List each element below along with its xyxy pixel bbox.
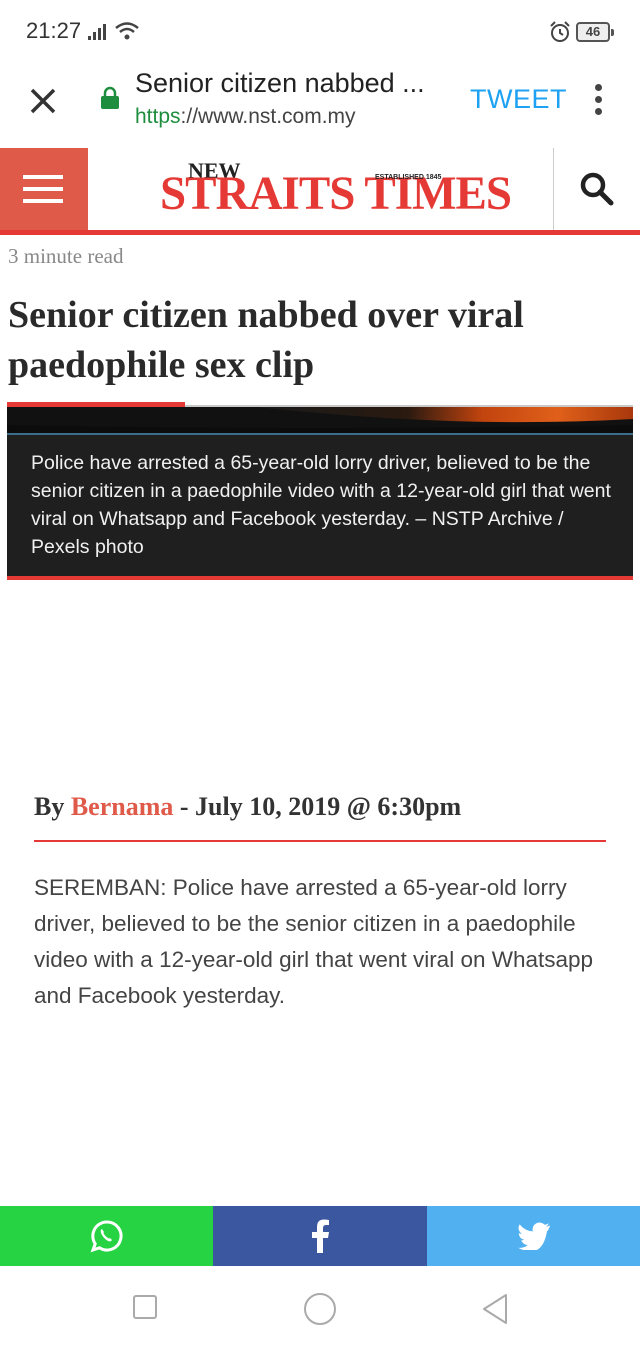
- header-divider: [553, 148, 554, 230]
- author-link[interactable]: Bernama: [71, 792, 174, 821]
- site-header: NEW STRAITS TIMES ESTABLISHED 1845: [0, 148, 640, 235]
- close-icon[interactable]: [22, 80, 64, 122]
- photo-caption-box: Police have arrested a 65-year-old lorry…: [7, 435, 633, 580]
- article-headline: Senior citizen nabbed over viral paedoph…: [8, 294, 524, 386]
- photo-caption: Police have arrested a 65-year-old lorry…: [31, 452, 611, 558]
- signal-icon: [88, 24, 106, 40]
- logo-established-text: ESTABLISHED 1845: [375, 174, 442, 181]
- alarm-icon: [550, 21, 570, 42]
- search-icon[interactable]: [578, 170, 616, 208]
- twitter-share-button[interactable]: [427, 1206, 640, 1266]
- url-display[interactable]: https://www.nst.com.my: [135, 105, 356, 129]
- facebook-share-button[interactable]: [213, 1206, 427, 1266]
- article-body-paragraph: SEREMBAN: Police have arrested a 65-year…: [34, 875, 594, 1008]
- lock-icon: [101, 86, 119, 109]
- article-photo[interactable]: [7, 407, 633, 435]
- whatsapp-share-button[interactable]: [0, 1206, 213, 1266]
- more-vertical-icon[interactable]: [588, 80, 608, 122]
- url-scheme: https: [135, 105, 181, 128]
- twitter-icon: [517, 1222, 550, 1250]
- sunset-photo-graphic: [7, 407, 633, 435]
- status-bar: 21:27 46: [0, 0, 640, 62]
- publish-date: - July 10, 2019 @ 6:30pm: [179, 792, 462, 821]
- byline-divider: [34, 840, 606, 842]
- status-time: 21:27: [26, 18, 82, 43]
- tweet-button[interactable]: TWEET: [470, 84, 567, 115]
- url-host: ://www.nst.com.my: [180, 105, 356, 128]
- read-time: 3 minute read: [8, 244, 124, 268]
- wifi-icon: [115, 22, 139, 40]
- site-logo[interactable]: NEW STRAITS TIMES ESTABLISHED 1845: [150, 154, 512, 224]
- back-icon[interactable]: [480, 1292, 510, 1326]
- logo-main-text: STRAITS TIMES: [160, 167, 512, 220]
- share-bar: [0, 1206, 640, 1266]
- article-byline: By Bernama - July 10, 2019 @ 6:30pm: [34, 792, 461, 822]
- page-title: Senior citizen nabbed ...: [135, 68, 425, 98]
- system-nav-bar: [0, 1266, 640, 1351]
- menu-icon[interactable]: [0, 148, 88, 230]
- custom-tab-bar: Senior citizen nabbed ... https://www.ns…: [0, 62, 640, 149]
- facebook-icon: [312, 1219, 329, 1253]
- battery-icon: 46: [576, 22, 614, 42]
- recents-icon[interactable]: [133, 1295, 157, 1319]
- home-icon[interactable]: [304, 1293, 336, 1325]
- byline-prefix: By: [34, 792, 65, 821]
- whatsapp-icon: [90, 1220, 123, 1253]
